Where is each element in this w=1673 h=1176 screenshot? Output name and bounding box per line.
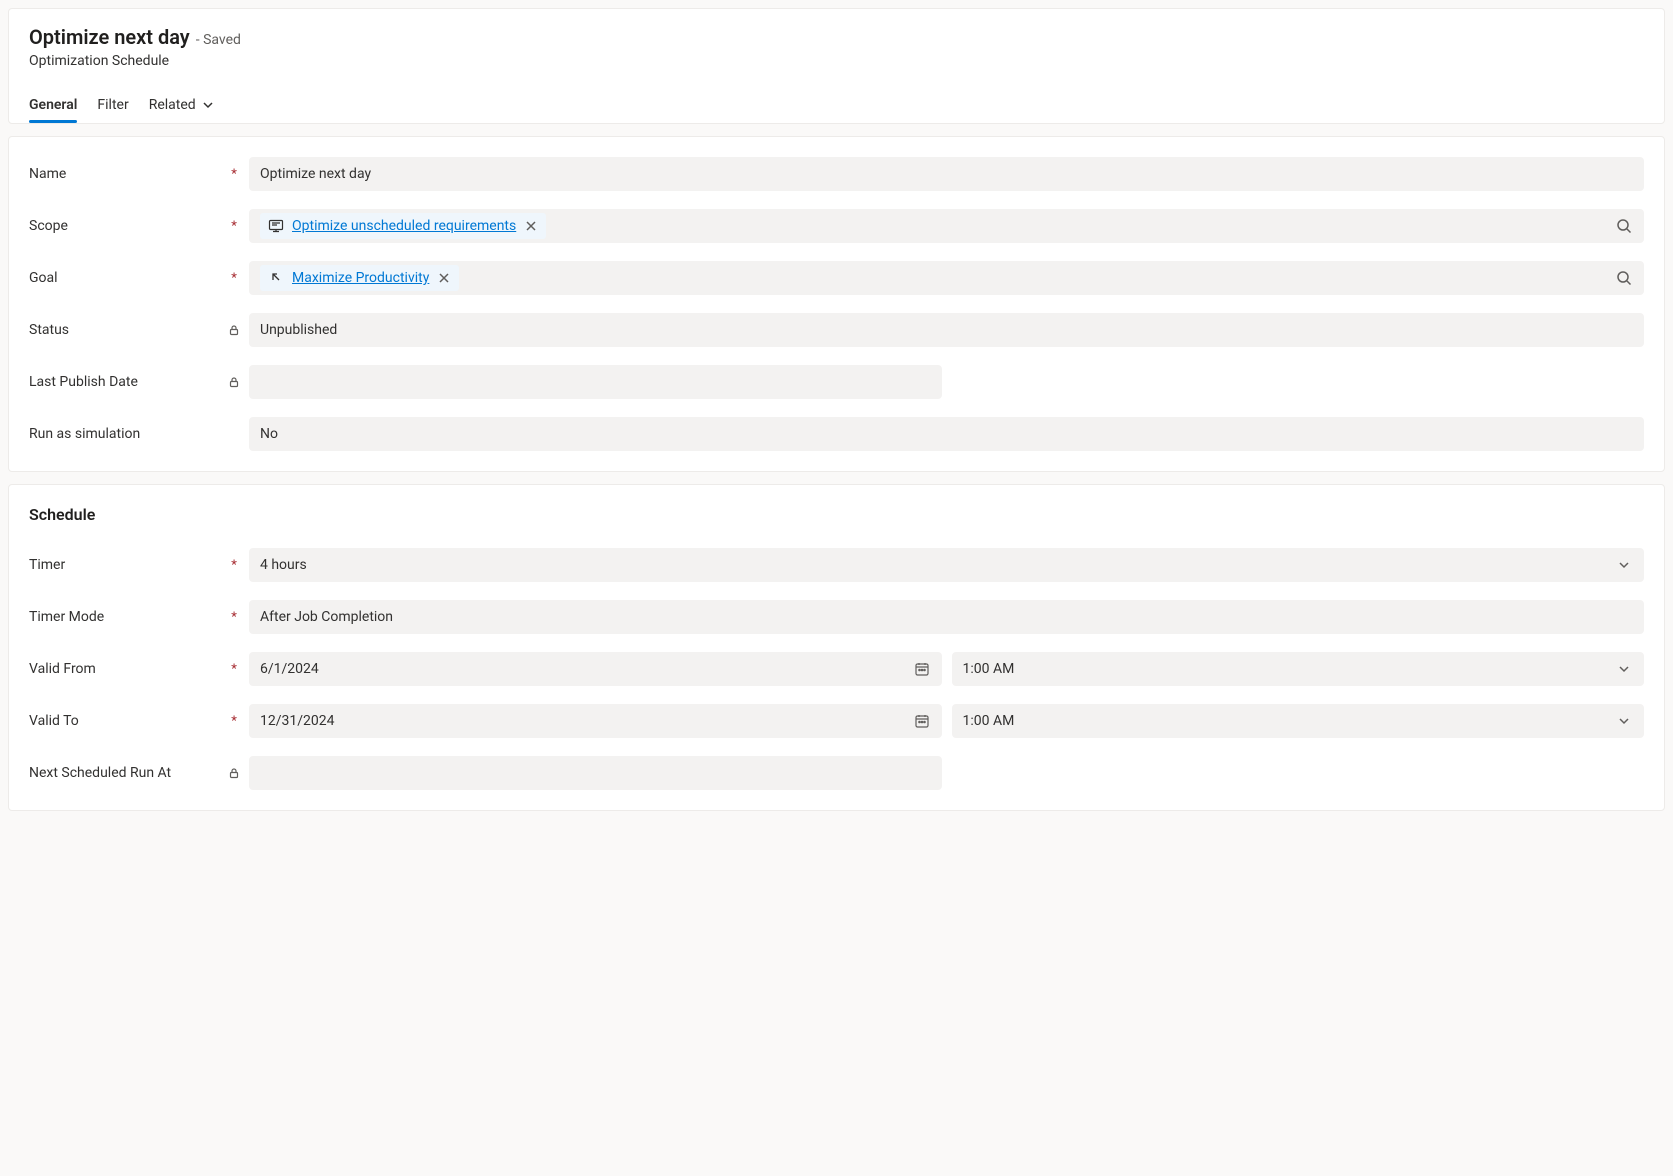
row-scope: Scope * Optimize unscheduled requirement… <box>29 209 1644 243</box>
goal-pill: Maximize Productivity <box>260 265 459 291</box>
save-state: - Saved <box>196 32 241 48</box>
section-schedule: Schedule Timer * 4 hours Timer Mode * Af… <box>8 484 1665 811</box>
required-icon: * <box>231 219 237 234</box>
valid-from-time-select[interactable]: 1:00 AM <box>952 652 1645 686</box>
required-icon: * <box>231 662 237 677</box>
next-run-label: Next Scheduled Run At <box>29 765 219 781</box>
run-sim-label: Run as simulation <box>29 426 219 442</box>
page-title: Optimize next day <box>29 25 190 49</box>
search-icon[interactable] <box>1615 269 1633 287</box>
required-icon: * <box>231 271 237 286</box>
scope-entity-icon <box>268 218 284 234</box>
row-goal: Goal * Maximize Productivity <box>29 261 1644 295</box>
goal-link[interactable]: Maximize Productivity <box>292 270 429 286</box>
row-timer-mode: Timer Mode * After Job Completion <box>29 600 1644 634</box>
timer-value: 4 hours <box>260 557 1607 573</box>
status-label: Status <box>29 322 219 338</box>
search-icon[interactable] <box>1615 217 1633 235</box>
lock-icon <box>228 324 240 336</box>
scope-link[interactable]: Optimize unscheduled requirements <box>292 218 516 234</box>
form-header: Optimize next day - Saved Optimization S… <box>8 8 1665 124</box>
row-next-run: Next Scheduled Run At <box>29 756 1644 790</box>
scope-lookup[interactable]: Optimize unscheduled requirements <box>249 209 1644 243</box>
row-valid-from: Valid From * 6/1/2024 1:00 AM <box>29 652 1644 686</box>
tab-related[interactable]: Related <box>149 89 214 123</box>
valid-to-date-input[interactable]: 12/31/2024 <box>249 704 942 738</box>
name-value: Optimize next day <box>260 166 1633 182</box>
row-last-publish: Last Publish Date <box>29 365 1644 399</box>
valid-to-time-select[interactable]: 1:00 AM <box>952 704 1645 738</box>
valid-to-time-value: 1:00 AM <box>963 713 1608 729</box>
tab-general[interactable]: General <box>29 89 77 123</box>
name-input[interactable]: Optimize next day <box>249 157 1644 191</box>
scope-label: Scope <box>29 218 219 234</box>
entity-name: Optimization Schedule <box>29 53 1644 69</box>
tab-filter[interactable]: Filter <box>97 89 128 123</box>
chevron-down-icon <box>1615 712 1633 730</box>
goal-entity-icon <box>268 270 284 286</box>
valid-from-date-input[interactable]: 6/1/2024 <box>249 652 942 686</box>
last-publish-field <box>249 365 942 399</box>
status-field: Unpublished <box>249 313 1644 347</box>
timer-mode-value: After Job Completion <box>260 609 1633 625</box>
timer-mode-label: Timer Mode <box>29 609 219 625</box>
name-label: Name <box>29 166 219 182</box>
lock-icon <box>228 767 240 779</box>
required-icon: * <box>231 558 237 573</box>
chevron-down-icon <box>1615 660 1633 678</box>
tab-list: General Filter Related <box>29 89 1644 123</box>
valid-from-date-value: 6/1/2024 <box>260 661 905 677</box>
section-general: Name * Optimize next day Scope * <box>8 136 1665 472</box>
row-status: Status Unpublished <box>29 313 1644 347</box>
tab-filter-label: Filter <box>97 97 128 113</box>
goal-lookup[interactable]: Maximize Productivity <box>249 261 1644 295</box>
valid-to-date-value: 12/31/2024 <box>260 713 905 729</box>
tab-related-label: Related <box>149 97 196 113</box>
schedule-section-title: Schedule <box>29 505 1644 524</box>
status-value: Unpublished <box>260 322 1633 338</box>
timer-mode-input[interactable]: After Job Completion <box>249 600 1644 634</box>
required-icon: * <box>231 610 237 625</box>
chevron-down-icon <box>1615 556 1633 574</box>
calendar-icon[interactable] <box>913 712 931 730</box>
row-run-sim: Run as simulation No <box>29 417 1644 451</box>
lock-icon <box>228 376 240 388</box>
last-publish-label: Last Publish Date <box>29 374 219 390</box>
required-icon: * <box>231 714 237 729</box>
valid-from-label: Valid From <box>29 661 219 677</box>
calendar-icon[interactable] <box>913 660 931 678</box>
run-sim-field[interactable]: No <box>249 417 1644 451</box>
row-valid-to: Valid To * 12/31/2024 1:00 AM <box>29 704 1644 738</box>
scope-remove-icon[interactable] <box>524 219 538 233</box>
goal-remove-icon[interactable] <box>437 271 451 285</box>
valid-to-label: Valid To <box>29 713 219 729</box>
timer-label: Timer <box>29 557 219 573</box>
scope-pill: Optimize unscheduled requirements <box>260 213 546 239</box>
chevron-down-icon <box>202 99 214 111</box>
goal-label: Goal <box>29 270 219 286</box>
next-run-field <box>249 756 942 790</box>
timer-select[interactable]: 4 hours <box>249 548 1644 582</box>
row-name: Name * Optimize next day <box>29 157 1644 191</box>
valid-from-time-value: 1:00 AM <box>963 661 1608 677</box>
required-icon: * <box>231 167 237 182</box>
row-timer: Timer * 4 hours <box>29 548 1644 582</box>
run-sim-value: No <box>260 426 1633 442</box>
tab-general-label: General <box>29 97 77 113</box>
